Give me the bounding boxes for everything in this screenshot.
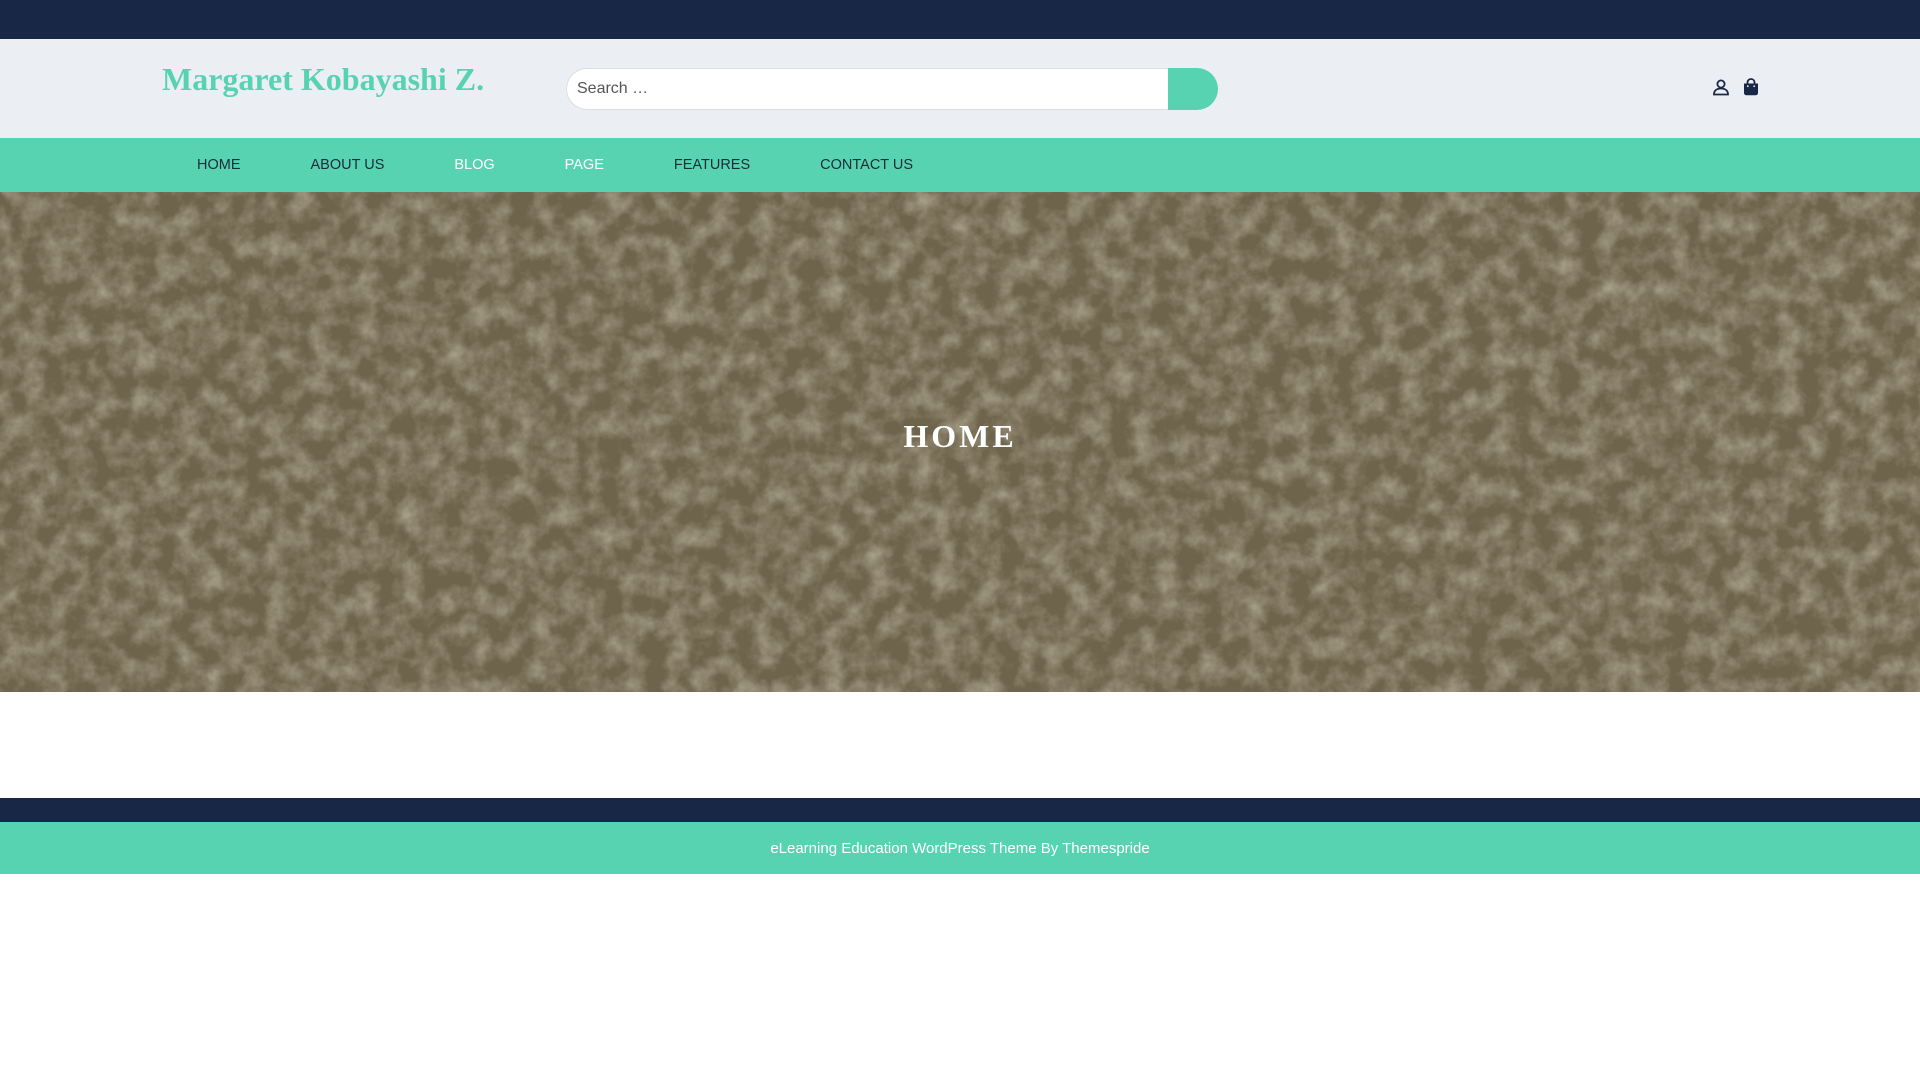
search-input[interactable] — [566, 68, 1168, 110]
user-icon[interactable] — [1711, 77, 1731, 97]
hero-title: HOME — [903, 418, 1017, 454]
footer-top-bar — [0, 798, 1920, 822]
nav-item-features[interactable]: FEATURES — [639, 157, 785, 173]
shopping-bag-icon[interactable] — [1741, 77, 1761, 97]
nav-item-page[interactable]: PAGE — [530, 157, 639, 173]
nav-item-home[interactable]: HOME — [162, 157, 276, 173]
top-bar — [0, 0, 1920, 39]
nav-item-contact-us[interactable]: CONTACT US — [785, 157, 948, 173]
search-button[interactable] — [1168, 68, 1218, 110]
site-footer: eLearning Education WordPress Theme By T… — [0, 822, 1920, 874]
footer-credit-link[interactable]: eLearning Education WordPress Theme By T… — [770, 840, 1149, 857]
search-form — [566, 68, 1218, 110]
nav-item-blog[interactable]: BLOG — [419, 157, 529, 173]
nav-item-about-us[interactable]: ABOUT US — [276, 157, 420, 173]
site-header: Margaret Kobayashi Z. — [0, 39, 1920, 138]
site-title[interactable]: Margaret Kobayashi Z. — [162, 61, 484, 98]
main-navigation: HOME ABOUT US BLOG PAGE FEATURES CONTACT… — [0, 138, 1920, 192]
header-icons — [1711, 77, 1761, 97]
hero-banner: HOME — [0, 192, 1920, 692]
